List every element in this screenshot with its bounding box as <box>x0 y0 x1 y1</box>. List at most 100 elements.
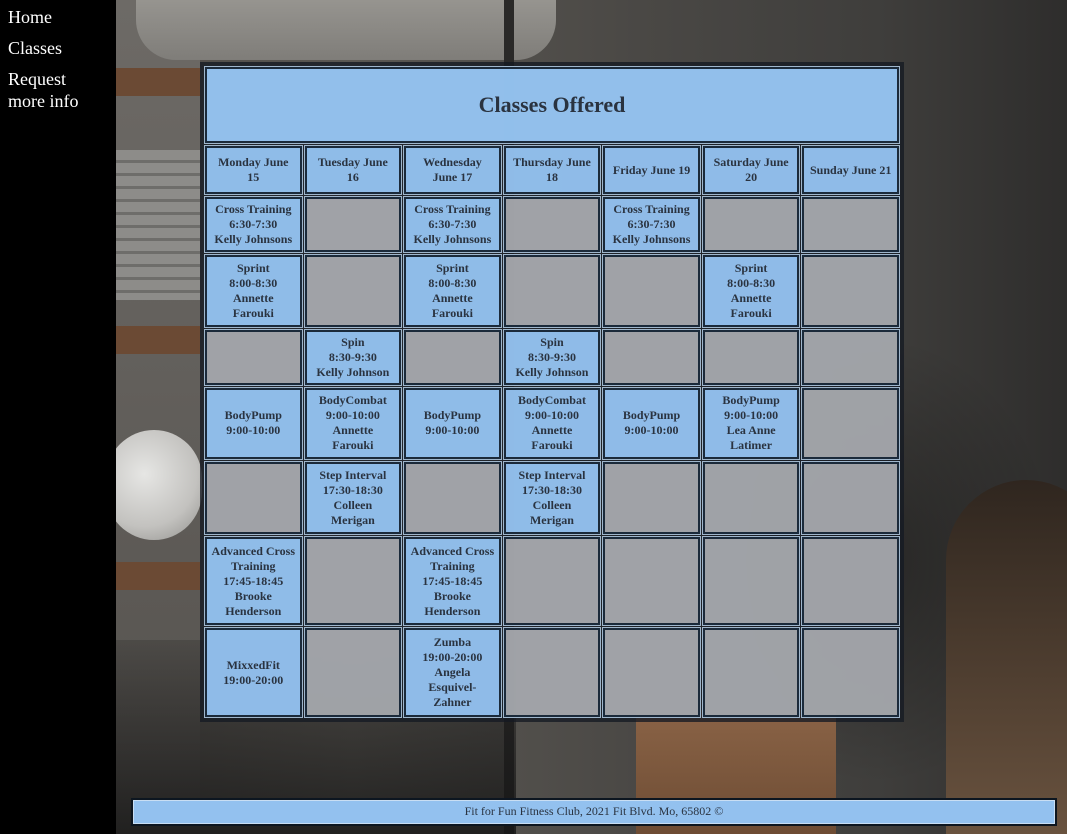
empty-cell <box>502 253 602 328</box>
day-header: Friday June 19 <box>602 145 701 195</box>
empty-cell <box>801 535 900 627</box>
class-name: Spin <box>341 334 365 349</box>
day-header-row: Monday June 15 Tuesday June 16 Wednesday J… <box>204 145 900 195</box>
class-time: 17:45-18:45 <box>223 573 284 588</box>
class-instructor: Annette Farouki <box>232 290 274 320</box>
class-instructor: Annette Farouki <box>431 290 473 320</box>
class-name: Sprint <box>734 260 768 275</box>
class-cell: Advanced Cross Training 17:45-18:45 Brooke… <box>403 535 502 627</box>
schedule-row: Sprint 8:00-8:30 Annette Farouki Sprint 8:00… <box>204 253 900 328</box>
class-cell: Step Interval 17:30-18:30 Colleen Merigan <box>502 461 602 535</box>
empty-cell <box>403 328 502 386</box>
empty-cell <box>502 535 602 627</box>
schedule-row: MixxedFit 19:00-20:00 Zumba 19:00-20:00 Ange… <box>204 627 900 718</box>
background-shelf-board <box>116 562 200 590</box>
class-schedule: Classes Offered Monday June 15 Tuesday Ju… <box>200 62 904 722</box>
class-time: 6:30-7:30 <box>627 216 676 231</box>
empty-cell <box>602 328 701 386</box>
class-cell: BodyPump 9:00-10:00 <box>403 386 502 461</box>
class-cell: MixxedFit 19:00-20:00 <box>204 627 303 718</box>
class-time: 17:30-18:30 <box>521 483 582 498</box>
class-time: 9:00-10:00 <box>226 423 281 438</box>
class-instructor: Kelly Johnsons <box>413 231 492 246</box>
class-cell: Sprint 8:00-8:30 Annette Farouki <box>701 253 801 328</box>
nav-link-home[interactable]: Home <box>8 6 52 28</box>
class-time: 9:00-10:00 <box>624 423 679 438</box>
class-time: 6:30-7:30 <box>229 216 278 231</box>
class-instructor: Colleen Merigan <box>529 498 574 528</box>
class-name: Cross Training <box>613 201 690 216</box>
empty-cell <box>701 535 801 627</box>
class-instructor: Kelly Johnson <box>316 364 390 379</box>
empty-cell <box>701 196 801 253</box>
class-instructor: Annette Farouki <box>332 423 374 453</box>
class-name: Advanced Cross Training <box>211 543 296 573</box>
schedule-body: Cross Training 6:30-7:30 Kelly Johnsons Cro… <box>204 196 900 718</box>
class-time: 8:30-9:30 <box>328 349 377 364</box>
class-time: 17:30-18:30 <box>322 483 383 498</box>
class-instructor: Brooke Henderson <box>225 588 282 618</box>
class-instructor: Kelly Johnsons <box>612 231 691 246</box>
class-time: 9:00-10:00 <box>425 423 480 438</box>
day-header: Wednesday June 17 <box>403 145 502 195</box>
empty-cell <box>602 627 701 718</box>
empty-cell <box>701 627 801 718</box>
class-cell: Step Interval 17:30-18:30 Colleen Merigan <box>303 461 403 535</box>
class-time: 6:30-7:30 <box>428 216 477 231</box>
empty-cell <box>303 196 403 253</box>
class-cell: Cross Training 6:30-7:30 Kelly Johnsons <box>403 196 502 253</box>
empty-cell <box>303 627 403 718</box>
left-nav: Home Classes Request more info <box>0 0 116 834</box>
empty-cell <box>303 253 403 328</box>
empty-cell <box>801 386 900 461</box>
class-name: Spin <box>540 334 564 349</box>
class-name: BodyCombat <box>318 393 387 408</box>
class-cell: BodyCombat 9:00-10:00 Annette Farouki <box>502 386 602 461</box>
class-name: BodyPump <box>224 408 282 423</box>
empty-cell <box>801 461 900 535</box>
class-instructor: Kelly Johnsons <box>214 231 293 246</box>
class-time: 9:00-10:00 <box>524 408 579 423</box>
empty-cell <box>602 535 701 627</box>
class-cell: Cross Training 6:30-7:30 Kelly Johnsons <box>602 196 701 253</box>
day-header: Thursday June 18 <box>502 145 602 195</box>
class-name: Cross Training <box>414 201 491 216</box>
class-time: 19:00-20:00 <box>223 672 284 687</box>
empty-cell <box>801 627 900 718</box>
class-cell: BodyPump 9:00-10:00 <box>204 386 303 461</box>
empty-cell <box>801 253 900 328</box>
class-name: Zumba <box>433 635 472 650</box>
day-header: Monday June 15 <box>204 145 303 195</box>
empty-cell <box>204 328 303 386</box>
class-cell: Sprint 8:00-8:30 Annette Farouki <box>403 253 502 328</box>
class-instructor: Angela Esquivel-Zahner <box>428 665 477 710</box>
class-time: 8:30-9:30 <box>527 349 576 364</box>
class-cell: Sprint 8:00-8:30 Annette Farouki <box>204 253 303 328</box>
background-shelf-board <box>116 326 200 354</box>
class-name: Step Interval <box>319 468 387 483</box>
class-cell: BodyPump 9:00-10:00 Lea Anne Latimer <box>701 386 801 461</box>
class-time: 9:00-10:00 <box>325 408 380 423</box>
schedule-row: Advanced Cross Training 17:45-18:45 Brooke… <box>204 535 900 627</box>
empty-cell <box>801 328 900 386</box>
class-instructor: Annette Farouki <box>531 423 573 453</box>
class-instructor: Kelly Johnson <box>515 364 589 379</box>
nav-link-request-more-info[interactable]: Request more info <box>8 68 104 112</box>
class-name: BodyPump <box>722 393 780 408</box>
empty-cell <box>204 461 303 535</box>
empty-cell <box>801 196 900 253</box>
class-time: 9:00-10:00 <box>724 408 779 423</box>
empty-cell <box>602 461 701 535</box>
class-name: BodyPump <box>423 408 482 423</box>
schedule-row: BodyPump 9:00-10:00 BodyCombat 9:00-10:00 An… <box>204 386 900 461</box>
class-time: 8:00-8:30 <box>229 275 278 290</box>
class-name: BodyPump <box>622 408 681 423</box>
class-name: Advanced Cross Training <box>410 543 495 573</box>
background-chair <box>946 480 1067 834</box>
day-header: Tuesday June 16 <box>303 145 403 195</box>
class-instructor: Annette Farouki <box>730 290 772 320</box>
class-cell: BodyCombat 9:00-10:00 Annette Farouki <box>303 386 403 461</box>
class-cell: Spin 8:30-9:30 Kelly Johnson <box>303 328 403 386</box>
schedule-row: Cross Training 6:30-7:30 Kelly Johnsons Cro… <box>204 196 900 253</box>
nav-link-classes[interactable]: Classes <box>8 37 62 59</box>
